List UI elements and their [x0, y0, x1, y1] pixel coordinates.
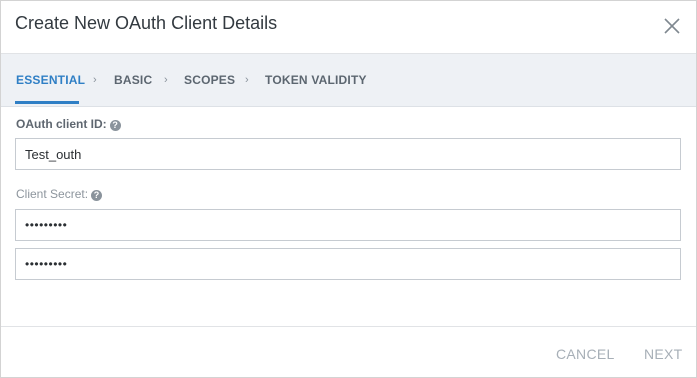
- tab-basic[interactable]: BASIC: [114, 73, 152, 87]
- client-secret-input[interactable]: [16, 210, 680, 240]
- next-button[interactable]: NEXT: [644, 346, 683, 362]
- help-icon[interactable]: ?: [91, 190, 103, 201]
- client-id-field[interactable]: [15, 138, 681, 170]
- chevron-right-icon: ›: [93, 74, 97, 86]
- tab-essential[interactable]: ESSENTIAL: [16, 73, 85, 87]
- active-tab-indicator: [15, 101, 79, 104]
- cancel-button[interactable]: CANCEL: [556, 346, 615, 362]
- dialog-header: Create New OAuth Client Details: [1, 1, 696, 54]
- oauth-client-dialog: Create New OAuth Client Details ESSENTIA…: [0, 0, 697, 378]
- client-secret-confirm-input[interactable]: [16, 249, 680, 279]
- client-secret-confirm-field[interactable]: [15, 248, 681, 280]
- tab-token-validity[interactable]: TOKEN VALIDITY: [265, 73, 367, 87]
- client-secret-label: Client Secret:: [16, 187, 89, 201]
- close-icon[interactable]: [661, 15, 683, 37]
- dialog-footer: CANCEL NEXT: [1, 326, 696, 378]
- client-secret-field[interactable]: [15, 209, 681, 241]
- client-id-input[interactable]: [16, 139, 680, 169]
- help-icon[interactable]: ?: [109, 120, 121, 131]
- chevron-right-icon: ›: [245, 74, 249, 86]
- wizard-tab-bar: ESSENTIAL › BASIC › SCOPES › TOKEN VALID…: [1, 54, 696, 107]
- client-id-label: OAuth client ID:: [16, 117, 107, 131]
- dialog-title: Create New OAuth Client Details: [15, 13, 278, 33]
- chevron-right-icon: ›: [164, 74, 168, 86]
- tab-scopes[interactable]: SCOPES: [184, 73, 235, 87]
- client-secret-label-row: Client Secret:?: [16, 187, 103, 201]
- client-id-label-row: OAuth client ID:?: [16, 117, 121, 131]
